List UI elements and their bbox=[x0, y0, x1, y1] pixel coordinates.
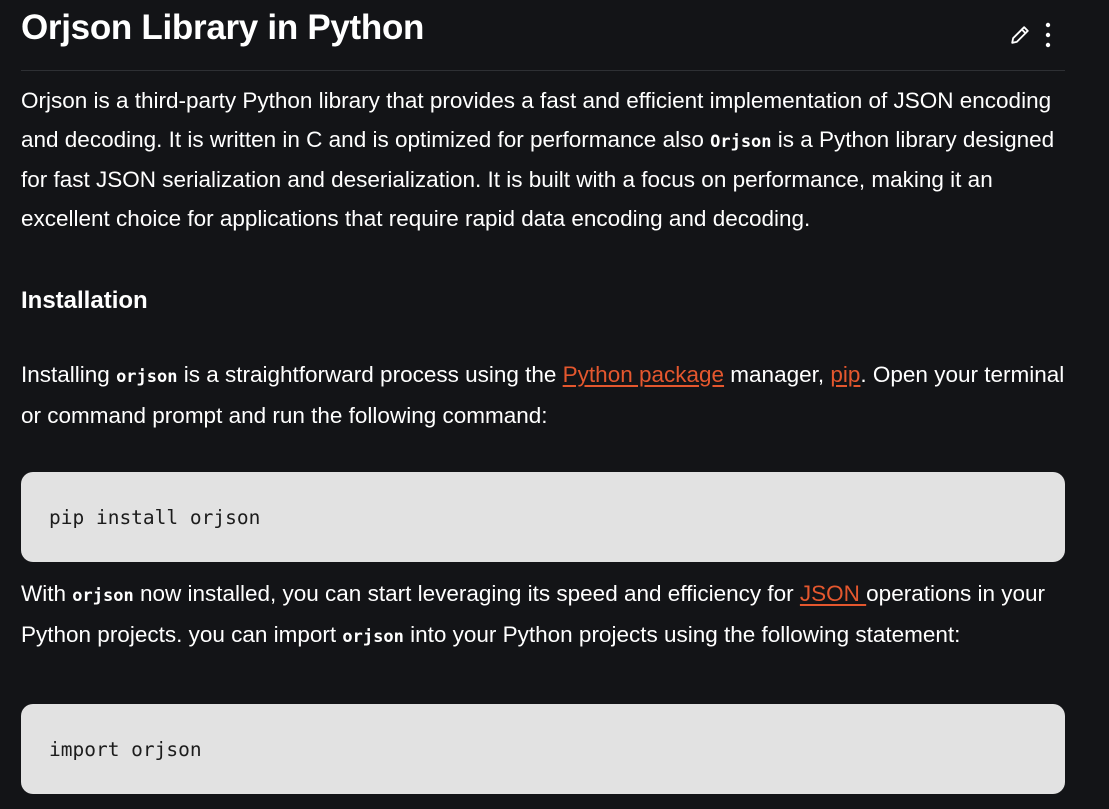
inline-code: Orjson bbox=[710, 131, 772, 152]
usage-paragraph: With orjson now installed, you can start… bbox=[21, 575, 1065, 656]
article-header: Orjson Library in Python bbox=[21, 0, 1065, 71]
intro-paragraph: Orjson is a third-party Python library t… bbox=[21, 82, 1065, 238]
article-page: Orjson Library in Python Orjson is a thi… bbox=[0, 0, 1109, 809]
section-heading-installation: Installation bbox=[21, 287, 148, 314]
inline-code: orjson bbox=[72, 586, 134, 606]
usage-text: now installed, you can start leveraging … bbox=[133, 581, 800, 606]
inline-code: orjson bbox=[116, 367, 178, 387]
install-paragraph: Installing orjson is a straightforward p… bbox=[21, 356, 1065, 435]
code-block-text: import orjson bbox=[49, 737, 202, 761]
install-text: manager, bbox=[724, 362, 831, 387]
code-block-text: pip install orjson bbox=[49, 505, 261, 529]
code-block-install[interactable]: pip install orjson bbox=[21, 472, 1065, 562]
more-options-icon[interactable] bbox=[1045, 22, 1051, 48]
pip-link[interactable]: pip bbox=[830, 362, 860, 387]
json-link[interactable]: JSON bbox=[800, 581, 866, 606]
python-package-link[interactable]: Python package bbox=[563, 362, 724, 387]
page-title: Orjson Library in Python bbox=[21, 8, 425, 47]
usage-text: into your Python projects using the foll… bbox=[403, 621, 961, 647]
inline-code: orjson bbox=[342, 626, 404, 647]
code-block-import[interactable]: import orjson bbox=[21, 704, 1065, 794]
pencil-icon[interactable] bbox=[1009, 24, 1031, 46]
article-body-continued: With orjson now installed, you can start… bbox=[21, 575, 1065, 656]
install-text: Installing bbox=[21, 362, 117, 387]
install-text: is a straightforward process using the bbox=[177, 362, 563, 387]
header-actions bbox=[1009, 20, 1051, 50]
usage-text: With bbox=[21, 581, 73, 606]
article-body: Orjson is a third-party Python library t… bbox=[21, 82, 1065, 435]
